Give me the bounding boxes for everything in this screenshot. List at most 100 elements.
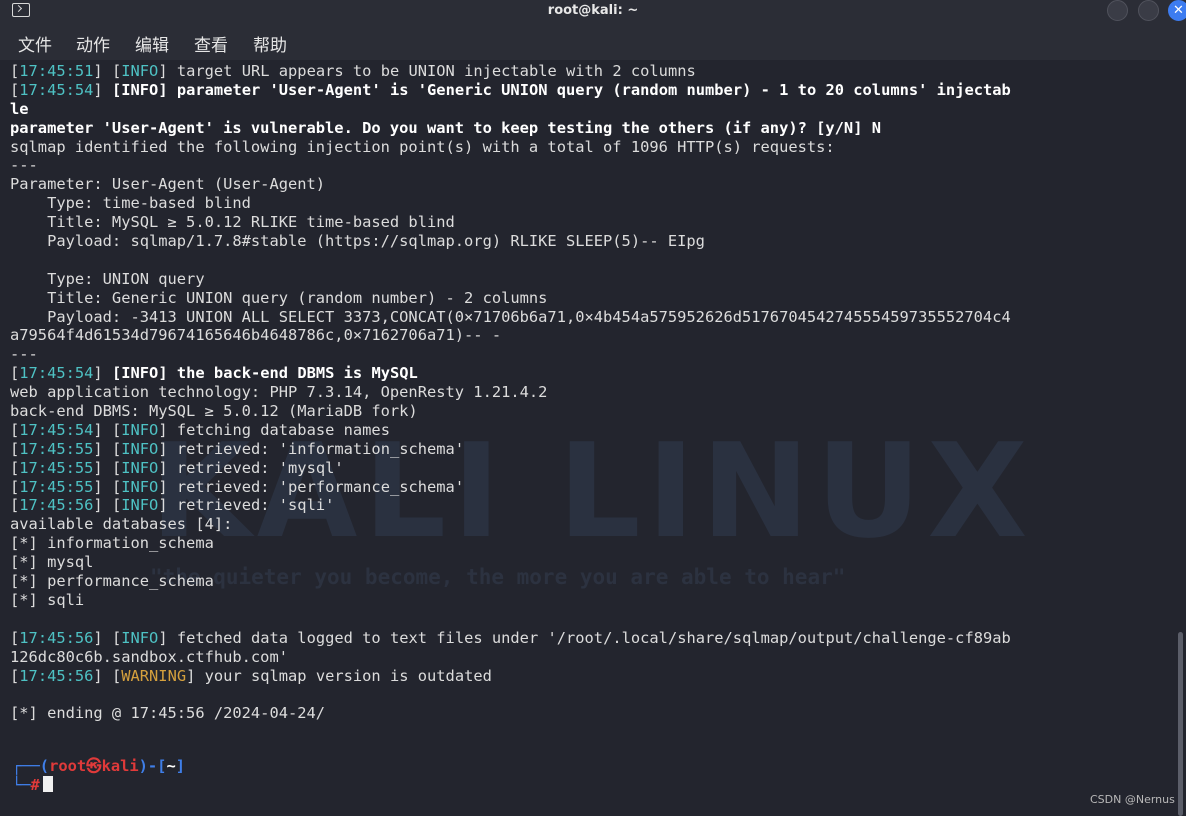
terminal-text: ] [ xyxy=(93,458,122,477)
terminal-text: [ xyxy=(10,496,20,515)
terminal-line: parameter 'User-Agent' is vulnerable. Do… xyxy=(10,119,1180,138)
terminal-line: [17:45:56] [INFO] fetched data logged to… xyxy=(10,629,1180,648)
prompt-open: ┌──( xyxy=(12,757,50,775)
terminal-line: [*] information_schema xyxy=(10,534,1180,553)
terminal-text: WARNING xyxy=(121,666,187,685)
terminal-text: [ xyxy=(10,477,20,496)
terminal-text: ] retrieved: 'performance_schema' xyxy=(158,477,465,496)
terminal-text: INFO xyxy=(121,80,159,99)
terminal-text: [*] performance_schema xyxy=(10,572,214,591)
terminal-text: sqlmap identified the following injectio… xyxy=(10,137,835,156)
terminal-text: back-end DBMS: MySQL ≥ 5.0.12 (MariaDB f… xyxy=(10,402,418,421)
terminal-text: 17:45:54 xyxy=(19,420,94,439)
terminal-text: ] [ xyxy=(93,62,122,80)
terminal-line: [*] ending @ 17:45:56 /2024-04-24/ xyxy=(10,704,1180,723)
terminal-text: 126dc80c6b.sandbox.ctfhub.com' xyxy=(10,647,288,666)
terminal-line: [17:45:51] [INFO] target URL appears to … xyxy=(10,62,1180,81)
csdn-watermark: CSDN @Nernus xyxy=(1090,793,1175,806)
terminal-text: Type: time-based blind xyxy=(10,194,251,213)
terminal-text: ] the back-end DBMS is MySQL xyxy=(158,364,418,383)
terminal-line: back-end DBMS: MySQL ≥ 5.0.12 (MariaDB f… xyxy=(10,402,1180,421)
terminal-text: ] fetching database names xyxy=(158,420,390,439)
terminal-line: [17:45:55] [INFO] retrieved: 'mysql' xyxy=(10,459,1180,478)
terminal-line: [17:45:54] [INFO] the back-end DBMS is M… xyxy=(10,364,1180,383)
terminal-text: [ xyxy=(10,628,20,647)
maximize-button[interactable] xyxy=(1138,0,1159,21)
terminal-text: Type: UNION query xyxy=(10,269,205,288)
terminal-line: --- xyxy=(10,156,1180,175)
terminal-text: INFO xyxy=(121,420,159,439)
menu-view[interactable]: 查看 xyxy=(194,31,228,56)
terminal-text: 17:45:55 xyxy=(19,458,94,477)
window-title: root@kali: ~ xyxy=(547,3,639,18)
menu-help[interactable]: 帮助 xyxy=(253,31,287,56)
terminal-text: INFO xyxy=(121,477,159,496)
terminal-line: le xyxy=(10,100,1180,119)
terminal-text: ] retrieved: 'sqli' xyxy=(158,496,335,515)
prompt-close: ] xyxy=(175,757,186,775)
terminal-text: 17:45:54 xyxy=(19,80,94,99)
menu-action[interactable]: 动作 xyxy=(76,31,110,56)
terminal-output[interactable]: KALI LINUX "the quieter you become, the … xyxy=(0,60,1186,816)
terminal-text: --- xyxy=(10,156,38,175)
terminal-text: INFO xyxy=(121,496,159,515)
prompt-mid: )-[ xyxy=(138,757,167,775)
terminal-line: 126dc80c6b.sandbox.ctfhub.com' xyxy=(10,648,1180,667)
terminal-text: Parameter: User-Agent (User-Agent) xyxy=(10,175,326,194)
terminal-line: [*] performance_schema xyxy=(10,572,1180,591)
terminal-text: ] [ xyxy=(93,477,122,496)
terminal-text: [ xyxy=(10,439,20,458)
terminal-text: a79564f4d61534d79674165646b4648786c,0×71… xyxy=(10,326,502,345)
terminal-text: ] [ xyxy=(93,420,122,439)
terminal-line: [17:45:54] [INFO] fetching database name… xyxy=(10,421,1180,440)
terminal-text: INFO xyxy=(121,628,159,647)
terminal-text: ] [ xyxy=(93,628,122,647)
terminal-line: [17:45:55] [INFO] retrieved: 'performanc… xyxy=(10,478,1180,497)
terminal-text: 17:45:56 xyxy=(19,628,94,647)
prompt-corner: └─ xyxy=(12,776,31,794)
terminal-line: web application technology: PHP 7.3.14, … xyxy=(10,383,1180,402)
prompt-dir: ~ xyxy=(166,757,176,775)
prompt-line-1: ┌──(root㉿kali)-[~] xyxy=(12,757,185,776)
terminal-text: [ xyxy=(111,364,122,383)
terminal-line: Title: MySQL ≥ 5.0.12 RLIKE time-based b… xyxy=(10,213,1180,232)
terminal-line: Type: time-based blind xyxy=(10,194,1180,213)
terminal-text: 17:45:54 xyxy=(19,364,94,383)
terminal-text: INFO xyxy=(121,364,159,383)
terminal-text: Payload: -3413 UNION ALL SELECT 3373,CON… xyxy=(10,307,1011,326)
title-bar: root@kali: ~ ✕ xyxy=(0,0,1186,22)
text-cursor[interactable] xyxy=(42,776,53,792)
terminal-text: ] parameter 'User-Agent' is 'Generic UNI… xyxy=(158,80,1011,99)
terminal-text: le xyxy=(10,99,29,118)
terminal-line: [*] mysql xyxy=(10,553,1180,572)
menu-edit[interactable]: 编辑 xyxy=(135,31,169,56)
terminal-text: 17:45:55 xyxy=(19,439,94,458)
shell-prompt: ┌──(root㉿kali)-[~] └─# xyxy=(12,757,185,795)
terminal-text: ] xyxy=(93,364,112,383)
prompt-line-2: └─# xyxy=(12,776,185,795)
scrollbar[interactable] xyxy=(1178,632,1183,816)
terminal-text: --- xyxy=(10,345,38,364)
close-button[interactable]: ✕ xyxy=(1168,0,1186,21)
terminal-text: [ xyxy=(10,364,20,383)
terminal-text: INFO xyxy=(121,62,159,80)
terminal-line: [*] sqli xyxy=(10,591,1180,610)
terminal-line: [17:45:54] [INFO] parameter 'User-Agent'… xyxy=(10,81,1180,100)
terminal-line: sqlmap identified the following injectio… xyxy=(10,138,1180,157)
terminal-text: INFO xyxy=(121,439,159,458)
prompt-symbol: # xyxy=(30,776,40,794)
terminal-text: [*] ending @ 17:45:56 /2024-04-24/ xyxy=(10,704,326,723)
terminal-text: 17:45:55 xyxy=(19,477,94,496)
minimize-button[interactable] xyxy=(1107,0,1128,21)
terminal-text: 17:45:56 xyxy=(19,666,94,685)
menu-file[interactable]: 文件 xyxy=(18,31,52,56)
terminal-line: [17:45:56] [WARNING] your sqlmap version… xyxy=(10,667,1180,686)
terminal-line: Title: Generic UNION query (random numbe… xyxy=(10,289,1180,308)
prompt-at: ㉿ xyxy=(86,757,102,775)
terminal-text: [ xyxy=(10,80,20,99)
prompt-host: kali xyxy=(101,757,139,775)
menu-bar: 文件 动作 编辑 查看 帮助 xyxy=(0,22,1186,60)
terminal-text: Title: MySQL ≥ 5.0.12 RLIKE time-based b… xyxy=(10,213,455,232)
